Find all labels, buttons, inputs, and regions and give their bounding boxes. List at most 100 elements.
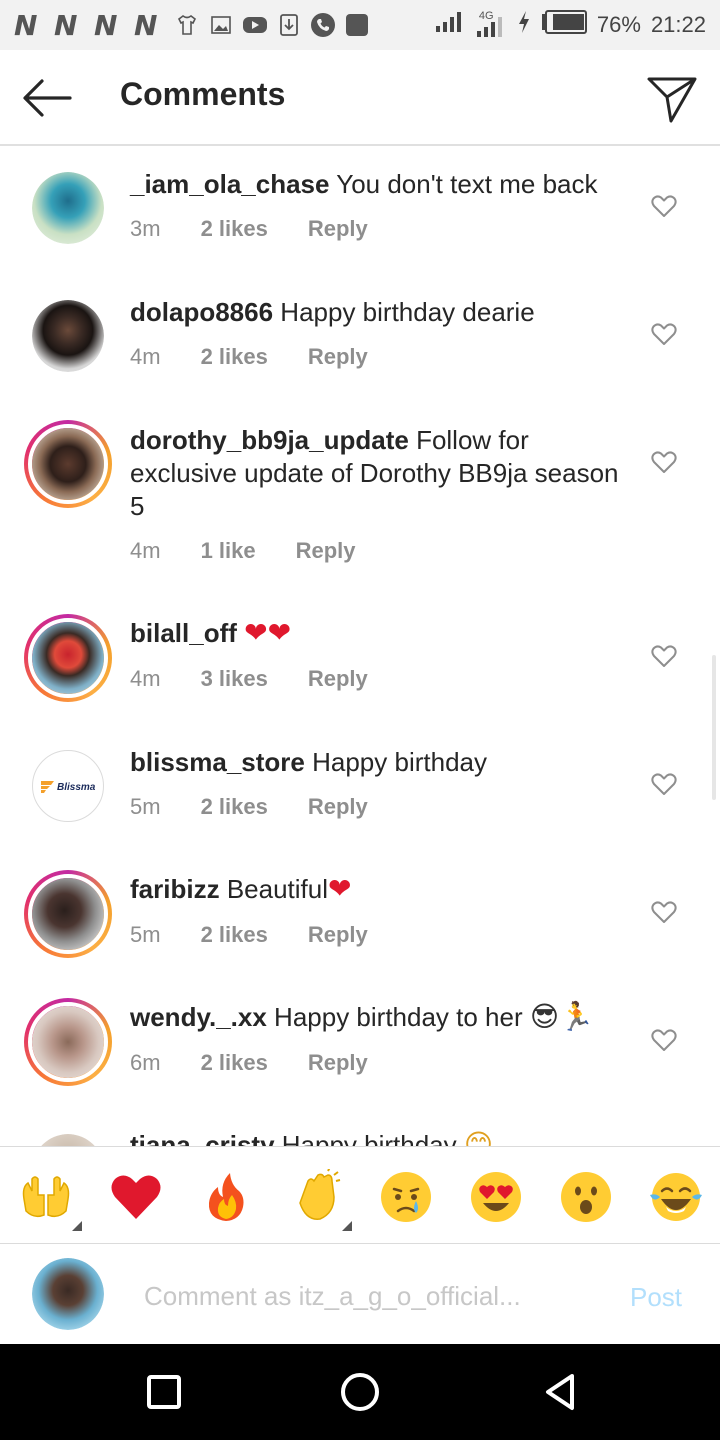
notification-n-icon: N	[54, 8, 77, 42]
emoji-button-clapping-hands[interactable]	[288, 1166, 352, 1231]
comment-likes[interactable]: 2 likes	[201, 1050, 268, 1076]
avatar	[28, 618, 108, 698]
avatar-story-ring[interactable]	[24, 870, 112, 958]
reply-button[interactable]: Reply	[308, 216, 368, 242]
emoji-button-fire[interactable]	[198, 1169, 254, 1225]
comment-time: 5m	[130, 922, 161, 947]
comment-meta: 4m 3 likes Reply	[130, 666, 368, 692]
tshirt-icon	[174, 12, 200, 38]
heart-outline-icon	[651, 195, 677, 217]
system-nav-bar	[0, 1344, 720, 1440]
comment-content: You don't text me back	[336, 169, 598, 199]
comment-text: bilall_off ❤❤	[130, 616, 630, 650]
heart-outline-icon	[651, 323, 677, 345]
comment-text: faribizz Beautiful❤	[130, 872, 630, 906]
back-nav-button[interactable]	[538, 1370, 582, 1414]
like-comment-button[interactable]	[650, 192, 678, 220]
comment-text: wendy._.xx Happy birthday to her 😎🏃	[130, 1000, 630, 1034]
battery-icon	[541, 10, 587, 40]
comment-input[interactable]	[144, 1276, 574, 1316]
avatar-photo	[32, 622, 104, 694]
comment-username[interactable]: dolapo8866	[130, 297, 273, 327]
avatar-story-ring[interactable]	[24, 614, 112, 702]
avatar-photo	[32, 1258, 104, 1330]
emoji-button-raising-hands[interactable]	[18, 1169, 82, 1231]
reply-button[interactable]: Reply	[308, 1050, 368, 1076]
arrow-left-icon	[23, 79, 72, 117]
like-comment-button[interactable]	[650, 448, 678, 476]
reply-button[interactable]: Reply	[308, 666, 368, 692]
comment-likes[interactable]: 2 likes	[201, 794, 268, 820]
avatar[interactable]	[32, 172, 104, 244]
reply-button[interactable]: Reply	[308, 794, 368, 820]
square-app-icon	[344, 12, 370, 38]
avatar[interactable]	[32, 1134, 104, 1146]
emoji-button-heart-eyes[interactable]	[468, 1169, 524, 1225]
comment-text: _iam_ola_chase You don't text me back	[130, 168, 630, 201]
comment-likes[interactable]: 2 likes	[201, 216, 268, 242]
status-bar-right: 4G 76% 21:22	[435, 10, 706, 40]
like-comment-button[interactable]	[650, 1026, 678, 1054]
comment-time: 4m	[130, 344, 161, 369]
notification-n-icon: N	[134, 8, 157, 42]
status-bar: N N N N 4G 76% 21:22	[0, 0, 720, 50]
comment-username[interactable]: bilall_off	[130, 618, 237, 648]
avatar-story-ring[interactable]	[24, 998, 112, 1086]
crying-face-emoji-icon	[381, 1172, 431, 1222]
comment-username[interactable]: blissma_store	[130, 747, 305, 777]
status-bar-left: N N N N	[14, 9, 370, 42]
blissma-logo: Blissma	[41, 779, 97, 795]
comment-text: blissma_store Happy birthday	[130, 746, 630, 779]
home-button[interactable]	[338, 1370, 382, 1414]
like-comment-button[interactable]	[650, 320, 678, 348]
back-button[interactable]	[20, 76, 74, 120]
red-heart-emoji-icon	[111, 1175, 161, 1219]
comment-username[interactable]: _iam_ola_chase	[130, 169, 329, 199]
share-button[interactable]	[644, 70, 700, 126]
like-comment-button[interactable]	[650, 898, 678, 926]
battery-percent: 76%	[596, 12, 641, 37]
comment-time: 3m	[130, 216, 161, 241]
comment-likes[interactable]: 2 likes	[201, 344, 268, 370]
comment-username[interactable]: dorothy_bb9ja_update	[130, 425, 409, 455]
avatar-story-ring[interactable]	[24, 420, 112, 508]
comment-meta: 4m 2 likes Reply	[130, 344, 368, 370]
square-recents-icon	[147, 1375, 181, 1409]
comment-likes[interactable]: 2 likes	[201, 922, 268, 948]
direct-send-icon	[647, 77, 697, 123]
comments-list[interactable]: _iam_ola_chase You don't text me back 3m…	[0, 146, 720, 1146]
comment-text: dolapo8866 Happy birthday dearie	[130, 296, 630, 329]
recents-button[interactable]	[142, 1370, 186, 1414]
comment-likes[interactable]: 1 like	[201, 538, 256, 564]
quick-emoji-bar	[0, 1146, 720, 1244]
comment-likes[interactable]: 3 likes	[201, 666, 268, 692]
scrollbar[interactable]	[712, 655, 716, 800]
avatar[interactable]: Blissma	[32, 750, 104, 822]
youtube-icon	[242, 12, 268, 38]
emoji-button-crying-face[interactable]	[378, 1169, 434, 1225]
comment-meta: 6m 2 likes Reply	[130, 1050, 368, 1076]
emoji-button-astonished-face[interactable]	[558, 1169, 614, 1225]
comment-meta: 5m 2 likes Reply	[130, 922, 368, 948]
reply-button[interactable]: Reply	[296, 538, 356, 564]
avatar[interactable]	[32, 300, 104, 372]
emoji-button-red-heart[interactable]	[108, 1169, 164, 1225]
comment-username[interactable]: wendy._.xx	[130, 1002, 267, 1032]
comment-time: 4m	[130, 666, 161, 691]
emoji-button-tears-of-joy[interactable]	[648, 1169, 704, 1225]
page-title: Comments	[120, 76, 286, 112]
avatar-photo	[32, 172, 104, 244]
comment-meta: 5m 2 likes Reply	[130, 794, 368, 820]
post-button[interactable]: Post	[630, 1282, 682, 1313]
clapping-hands-emoji-icon	[299, 1166, 341, 1220]
reply-button[interactable]: Reply	[308, 344, 368, 370]
avatar-photo	[32, 428, 104, 500]
reply-button[interactable]: Reply	[308, 922, 368, 948]
comment-text: tiana_cristy Happy birthday 😊	[130, 1128, 630, 1146]
comment-content: Happy birthday	[281, 1130, 457, 1146]
like-comment-button[interactable]	[650, 642, 678, 670]
like-comment-button[interactable]	[650, 770, 678, 798]
comment-username[interactable]: tiana_cristy	[130, 1130, 275, 1146]
comment-content: Happy birthday to her	[274, 1002, 523, 1032]
comment-username[interactable]: faribizz	[130, 874, 220, 904]
